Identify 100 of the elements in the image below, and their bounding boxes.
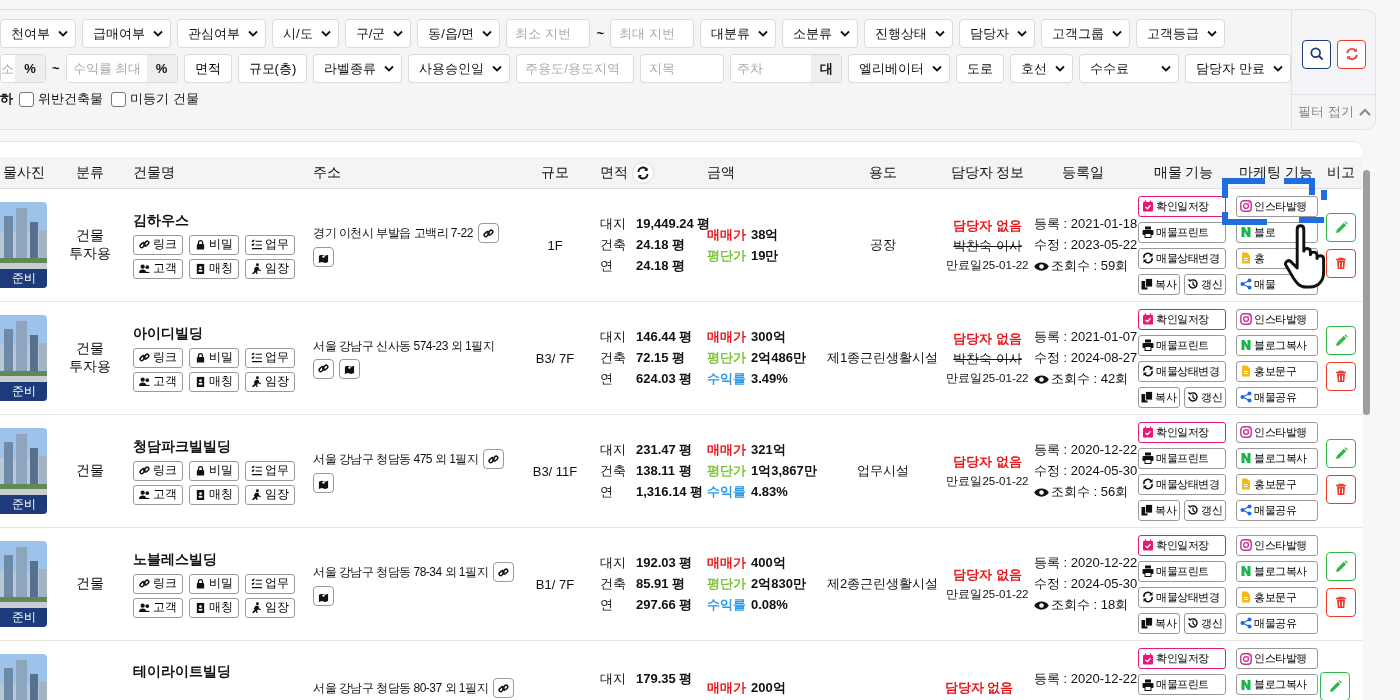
marketing-button[interactable]: 인스타발행 [1236, 648, 1318, 669]
input-field[interactable]: 주용도/용도지역 [516, 54, 635, 83]
tag-button[interactable]: 비밀 [189, 234, 239, 255]
dropdown[interactable]: 사용승인일 [408, 54, 511, 83]
tag-button[interactable]: 임장 [245, 258, 295, 279]
action-button[interactable]: 매물프린트 [1138, 221, 1226, 243]
action-button[interactable]: 매물상태변경 [1138, 247, 1226, 269]
marketing-button[interactable]: 매물공유 [1236, 386, 1318, 408]
input-field[interactable]: 최소 지번 [506, 19, 591, 48]
tag-button[interactable]: 고객 [133, 597, 183, 618]
marketing-button[interactable]: 블로그복사 [1236, 334, 1318, 356]
input-field[interactable]: 주차 대 [730, 54, 843, 83]
tag-button[interactable]: 링크 [133, 347, 183, 368]
action-button[interactable]: 매물상태변경 [1138, 586, 1226, 608]
action-button[interactable]: 복사 [1138, 612, 1180, 634]
tag-button[interactable]: 매칭 [189, 371, 239, 392]
action-button[interactable]: 매물프린트 [1138, 447, 1226, 469]
dropdown[interactable]: 구/군 [344, 19, 412, 48]
marketing-button[interactable]: 블로그복사 [1236, 447, 1318, 469]
tag-button[interactable]: 임장 [245, 484, 295, 505]
action-button[interactable]: 갱신 [1184, 612, 1226, 634]
tag-button[interactable]: 매칭 [189, 258, 239, 279]
input-field[interactable]: 수익률 최대 % [65, 54, 178, 83]
action-button[interactable]: 복사 [1138, 386, 1180, 408]
tag-button[interactable]: 링크 [133, 573, 183, 594]
tag-button[interactable]: 비밀 [189, 573, 239, 594]
marketing-button[interactable]: 블로그복사 [1236, 674, 1318, 695]
action-button[interactable]: 확인일저장 [1138, 648, 1226, 669]
action-button[interactable]: 매물프린트 [1138, 674, 1226, 695]
tag-button[interactable]: 고객 [133, 371, 183, 392]
text-input[interactable]: 소 [1, 55, 15, 82]
marketing-button[interactable]: 인스타발행 [1236, 308, 1318, 330]
tag-button[interactable]: 임장 [245, 371, 295, 392]
action-button[interactable]: 갱신 [1184, 499, 1226, 521]
action-button[interactable]: 매물프린트 [1138, 334, 1226, 356]
tag-button[interactable]: 고객 [133, 258, 183, 279]
action-button[interactable]: 갱신 [1184, 273, 1226, 295]
action-button[interactable]: 확인일저장 [1138, 534, 1226, 556]
tag-button[interactable]: 비밀 [189, 347, 239, 368]
price-value: 2억830만 [751, 575, 806, 593]
dropdown[interactable]: 수수료 [1079, 54, 1180, 83]
tag-button[interactable]: 업무 [245, 234, 295, 255]
dropdown[interactable]: 천여부 [0, 19, 76, 48]
date-text: 수정 : 2024-05-30 [1034, 575, 1138, 593]
input-field[interactable]: 최대 지번 [610, 19, 695, 48]
action-button[interactable]: 매물프린트 [1138, 560, 1226, 582]
marketing-button[interactable]: 인스타발행 [1236, 421, 1318, 443]
dropdown[interactable]: 엘리베이터 [848, 54, 951, 83]
marketing-button[interactable]: 매물공유 [1236, 499, 1318, 521]
dropdown[interactable]: 소분류 [782, 19, 859, 48]
dropdown[interactable]: 급매여부 [82, 19, 171, 48]
tag-button[interactable]: 업무 [245, 460, 295, 481]
checkbox-label: 위반건축물 [38, 90, 103, 108]
action-button[interactable]: 매물상태변경 [1138, 473, 1226, 495]
tag-button[interactable]: 고객 [133, 484, 183, 505]
action-button[interactable]: 확인일저장 [1138, 421, 1226, 443]
dropdown[interactable]: 관심여부 [177, 19, 266, 48]
tag-button[interactable]: 매칭 [189, 484, 239, 505]
unit-addon: % [15, 55, 45, 82]
dropdown[interactable]: 동/읍/면 [417, 19, 501, 48]
dropdown[interactable]: 호선 [1010, 54, 1074, 83]
dropdown[interactable]: 대분류 [700, 19, 777, 48]
tag-button[interactable]: 임장 [245, 597, 295, 618]
action-button[interactable]: 복사 [1138, 273, 1180, 295]
dropdown[interactable]: 고객그룹 [1041, 19, 1131, 48]
tag-button[interactable]: 업무 [245, 573, 295, 594]
area-value: 24.18 평 [636, 257, 686, 275]
marketing-button[interactable]: 홍보문구 [1236, 473, 1318, 495]
dropdown[interactable]: 라벨종류 [313, 54, 403, 83]
marketing-button[interactable]: 인스타발행 [1236, 534, 1318, 556]
action-button[interactable]: 확인일저장 [1138, 195, 1226, 217]
marketing-button[interactable]: 홍보문구 [1236, 360, 1318, 382]
action-button[interactable]: 매물상태변경 [1138, 360, 1226, 382]
dropdown[interactable]: 고객등급 [1136, 19, 1226, 48]
tag-button[interactable]: 링크 [133, 234, 183, 255]
dropdown[interactable]: 시/도 [272, 19, 339, 48]
building-name: 노블레스빌딩 [133, 550, 217, 569]
filter-button[interactable]: 면적 [183, 54, 232, 83]
action-button[interactable]: 확인일저장 [1138, 308, 1226, 330]
dropdown[interactable]: 진행상태 [864, 19, 954, 48]
marketing-button[interactable]: 블로그복사 [1236, 560, 1318, 582]
expiry-date: 만료일25-01-22 [946, 257, 1029, 273]
input-field[interactable]: 지목 [640, 54, 725, 83]
marketing-button[interactable]: 매물공유 [1236, 612, 1318, 634]
action-button[interactable]: 갱신 [1184, 386, 1226, 408]
dropdown[interactable]: 담당자 만료 [1185, 54, 1291, 83]
tag-button[interactable]: 업무 [245, 347, 295, 368]
tag-button[interactable]: 링크 [133, 460, 183, 481]
filter-label: 하 [0, 90, 13, 108]
marketing-button[interactable]: 인스타발행 [1236, 195, 1318, 217]
area-label: 연 [600, 596, 614, 614]
input-field[interactable]: 소 % [0, 54, 46, 83]
price-value: 4.83% [751, 483, 788, 501]
tag-button[interactable]: 비밀 [189, 460, 239, 481]
filter-button[interactable]: 규모(층) [237, 54, 308, 83]
action-button[interactable]: 복사 [1138, 499, 1180, 521]
dropdown[interactable]: 담당자 [959, 19, 1036, 48]
tag-button[interactable]: 매칭 [189, 597, 239, 618]
marketing-button[interactable]: 홍보문구 [1236, 586, 1318, 608]
filter-button[interactable]: 도로 [956, 54, 1005, 83]
